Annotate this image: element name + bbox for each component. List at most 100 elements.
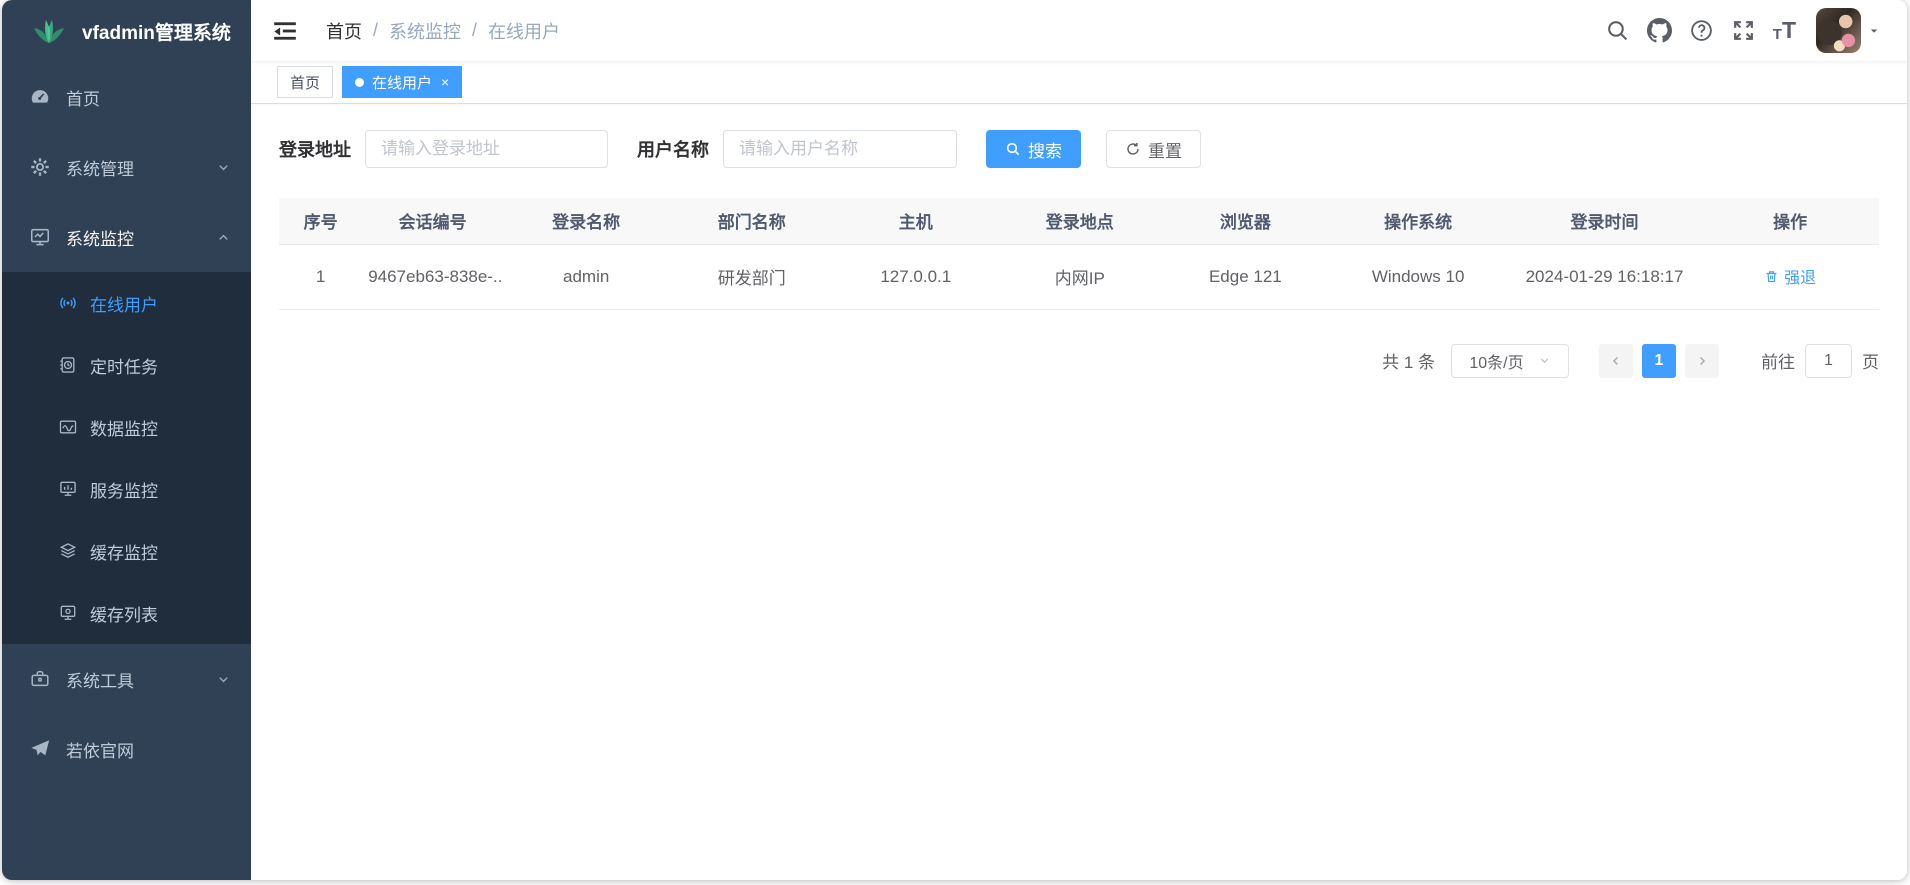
- reset-button[interactable]: 重置: [1106, 130, 1201, 168]
- guide-icon: [29, 738, 51, 760]
- sidebar-item-label: 系统管理: [66, 155, 134, 180]
- sidebar-item-online-users[interactable]: 在线用户: [2, 272, 251, 334]
- tab-label: 在线用户: [372, 72, 432, 93]
- cell-host: 127.0.0.1: [834, 244, 997, 309]
- font-size-big-t: T: [1782, 19, 1796, 42]
- scheduled-job-icon: [58, 355, 78, 375]
- font-size-small-t: T: [1773, 27, 1782, 42]
- sidebar-item-system-tools[interactable]: 系统工具: [2, 644, 251, 714]
- monitor-icon: [29, 226, 51, 248]
- system-monitor-submenu: 在线用户 定时任务 数据监控: [2, 272, 251, 644]
- sidebar-item-label: 数据监控: [90, 415, 158, 440]
- search-button[interactable]: 搜索: [986, 130, 1081, 168]
- login-address-input[interactable]: [365, 130, 608, 168]
- search-icon[interactable]: [1605, 18, 1630, 43]
- breadcrumb-home[interactable]: 首页: [326, 18, 362, 44]
- breadcrumb-system-monitor: 系统监控: [389, 18, 461, 44]
- active-tab-dot: [355, 78, 364, 87]
- cell-login-location: 内网IP: [997, 244, 1162, 309]
- sidebar-item-label: 定时任务: [90, 353, 158, 378]
- navbar-right-tools: TT: [1588, 8, 1881, 53]
- breadcrumb: 首页 / 系统监控 / 在线用户: [326, 18, 560, 44]
- col-operation: 操作: [1701, 198, 1879, 244]
- breadcrumb-separator: /: [373, 20, 378, 41]
- dashboard-icon: [29, 86, 51, 108]
- fullscreen-icon[interactable]: [1731, 18, 1756, 43]
- tab-home[interactable]: 首页: [277, 66, 333, 98]
- online-users-icon: [58, 293, 78, 313]
- col-login-time: 登录时间: [1508, 198, 1702, 244]
- page-number-1[interactable]: 1: [1642, 344, 1676, 378]
- goto-label: 前往: [1761, 348, 1795, 373]
- table-header-row: 序号 会话编号 登录名称 部门名称 主机 登录地点 浏览器 操作系统 登录时间 …: [279, 198, 1879, 244]
- col-login-location: 登录地点: [997, 198, 1162, 244]
- sidebar-item-scheduled-jobs[interactable]: 定时任务: [2, 334, 251, 396]
- col-index: 序号: [279, 198, 362, 244]
- col-session-id: 会话编号: [362, 198, 503, 244]
- cell-index: 1: [279, 244, 362, 309]
- col-host: 主机: [834, 198, 997, 244]
- next-page-button[interactable]: [1685, 344, 1719, 378]
- search-icon: [1005, 141, 1021, 157]
- pagination-total: 共 1 条: [1382, 348, 1435, 373]
- data-monitor-icon: [58, 417, 78, 437]
- top-navbar: 首页 / 系统监控 / 在线用户: [251, 0, 1907, 61]
- cache-monitor-icon: [58, 541, 78, 561]
- table-row: 1 9467eb63-838e-... admin 研发部门 127.0.0.1…: [279, 244, 1879, 309]
- chevron-down-icon: [216, 672, 231, 687]
- sidebar-item-cache-monitor[interactable]: 缓存监控: [2, 520, 251, 582]
- chevron-right-icon: [1695, 354, 1709, 368]
- force-logout-button[interactable]: 强退: [1764, 264, 1816, 288]
- cache-list-icon: [58, 603, 78, 623]
- sidebar: vfadmin管理系统 首页 系统管理: [2, 0, 251, 880]
- sidebar-item-label: 缓存列表: [90, 601, 158, 626]
- cell-login-time: 2024-01-29 16:18:17: [1508, 244, 1702, 309]
- page-unit-label: 页: [1862, 348, 1879, 373]
- sidebar-item-cache-list[interactable]: 缓存列表: [2, 582, 251, 644]
- app-title: vfadmin管理系统: [82, 18, 231, 45]
- page-content: 登录地址 用户名称 搜索 重置: [251, 104, 1907, 880]
- font-size-icon[interactable]: TT: [1773, 19, 1796, 42]
- github-icon[interactable]: [1647, 18, 1672, 43]
- tab-online-users[interactable]: 在线用户 ×: [342, 66, 462, 98]
- chevron-down-icon: [216, 160, 231, 175]
- sidebar-collapse-icon[interactable]: [272, 18, 298, 44]
- sidebar-item-label: 在线用户: [90, 291, 158, 316]
- tags-view-bar: 首页 在线用户 ×: [251, 61, 1907, 104]
- sidebar-item-label: 系统工具: [66, 667, 134, 692]
- sidebar-item-label: 缓存监控: [90, 539, 158, 564]
- cell-os: Windows 10: [1329, 244, 1508, 309]
- sidebar-item-data-monitor[interactable]: 数据监控: [2, 396, 251, 458]
- login-address-label: 登录地址: [279, 136, 351, 162]
- sidebar-item-system-monitor[interactable]: 系统监控: [2, 202, 251, 272]
- page-size-select[interactable]: 10条/页: [1451, 344, 1569, 378]
- reset-button-label: 重置: [1148, 137, 1182, 162]
- goto-page-input[interactable]: [1805, 344, 1852, 378]
- cell-dept-name: 研发部门: [669, 244, 834, 309]
- col-dept-name: 部门名称: [669, 198, 834, 244]
- tab-label: 首页: [290, 72, 320, 93]
- sidebar-item-system-management[interactable]: 系统管理: [2, 132, 251, 202]
- app-window: vfadmin管理系统 首页 系统管理: [2, 0, 1907, 880]
- sidebar-item-label: 系统监控: [66, 225, 134, 250]
- toolbox-icon: [29, 668, 51, 690]
- server-monitor-icon: [58, 479, 78, 499]
- sidebar-item-server-monitor[interactable]: 服务监控: [2, 458, 251, 520]
- sidebar-item-home[interactable]: 首页: [2, 62, 251, 132]
- chevron-up-icon: [216, 230, 231, 245]
- cell-login-name: admin: [503, 244, 669, 309]
- pagination: 共 1 条 10条/页 1 前往 页: [279, 344, 1879, 378]
- sidebar-item-label: 若依官网: [66, 737, 134, 762]
- user-avatar[interactable]: [1816, 8, 1861, 53]
- user-menu-caret-icon[interactable]: [1867, 24, 1881, 38]
- sidebar-item-official-site[interactable]: 若依官网: [2, 714, 251, 784]
- tab-close-icon[interactable]: ×: [441, 75, 449, 89]
- online-users-table: 序号 会话编号 登录名称 部门名称 主机 登录地点 浏览器 操作系统 登录时间 …: [279, 198, 1879, 310]
- trash-icon: [1764, 269, 1779, 284]
- user-name-input[interactable]: [723, 130, 957, 168]
- refresh-icon: [1125, 141, 1141, 157]
- help-icon[interactable]: [1689, 18, 1714, 43]
- app-logo[interactable]: vfadmin管理系统: [2, 0, 251, 62]
- breadcrumb-separator: /: [472, 20, 477, 41]
- prev-page-button[interactable]: [1599, 344, 1633, 378]
